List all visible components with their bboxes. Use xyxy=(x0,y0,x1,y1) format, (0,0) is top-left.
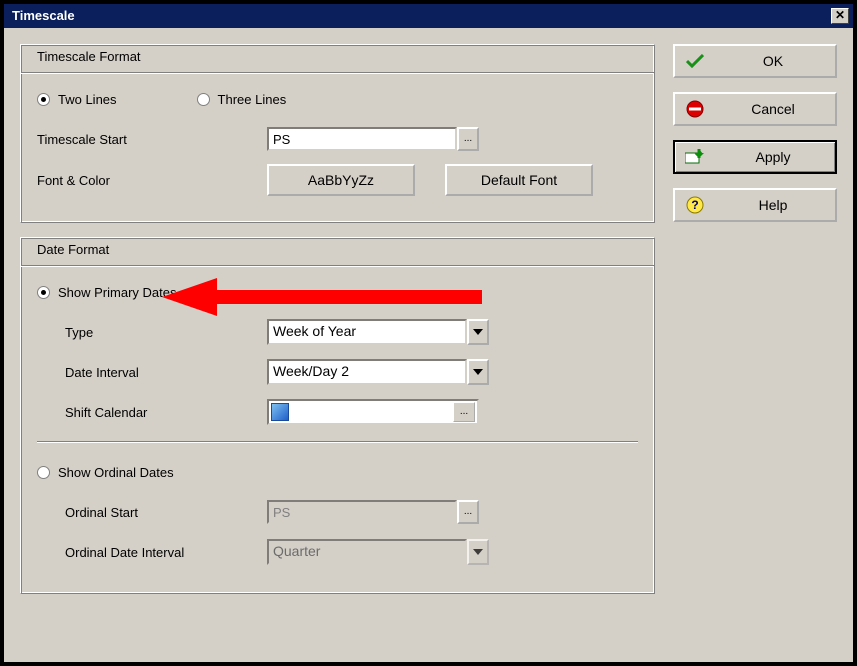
chevron-down-icon xyxy=(467,539,489,565)
client-area: Timescale Format Two Lines Three Lines T… xyxy=(4,28,853,662)
ok-button[interactable]: OK xyxy=(673,44,837,78)
radio-circle-icon xyxy=(37,466,50,479)
show-ordinal-dates-label: Show Ordinal Dates xyxy=(58,465,174,480)
ordinal-interval-row: Ordinal Date Interval Quarter xyxy=(37,537,638,567)
ordinal-start-input xyxy=(267,500,457,524)
ordinal-start-browse-button: ... xyxy=(457,500,479,524)
date-interval-label: Date Interval xyxy=(37,365,267,380)
three-lines-radio[interactable]: Three Lines xyxy=(197,92,287,107)
check-icon xyxy=(685,54,705,68)
ordinal-interval-label: Ordinal Date Interval xyxy=(37,545,267,560)
date-interval-value: Week/Day 2 xyxy=(267,359,467,385)
group-separator xyxy=(21,72,654,74)
date-format-group: Date Format Show Primary Dates Type Week… xyxy=(20,237,655,594)
font-sample-button[interactable]: AaBbYyZz xyxy=(267,164,415,196)
cancel-label: Cancel xyxy=(721,101,825,117)
chevron-down-icon[interactable] xyxy=(467,319,489,345)
title-bar: Timescale ✕ xyxy=(4,4,853,28)
inner-separator xyxy=(37,441,638,443)
font-color-label: Font & Color xyxy=(37,173,267,188)
type-row: Type Week of Year xyxy=(37,317,638,347)
apply-icon xyxy=(685,149,705,165)
date-interval-dropdown[interactable]: Week/Day 2 xyxy=(267,359,489,385)
calendar-people-icon xyxy=(271,403,289,421)
timescale-start-input[interactable] xyxy=(267,127,457,151)
shift-calendar-browse-button[interactable]: ... xyxy=(453,402,475,422)
two-lines-radio[interactable]: Two Lines xyxy=(37,92,117,107)
timescale-format-group: Timescale Format Two Lines Three Lines T… xyxy=(20,44,655,223)
shift-calendar-label: Shift Calendar xyxy=(37,405,267,420)
timescale-start-label: Timescale Start xyxy=(37,132,267,147)
type-dropdown[interactable]: Week of Year xyxy=(267,319,489,345)
two-lines-label: Two Lines xyxy=(58,92,117,107)
help-button[interactable]: ? Help xyxy=(673,188,837,222)
ordinal-interval-dropdown: Quarter xyxy=(267,539,489,565)
primary-dates-radio-row: Show Primary Dates xyxy=(37,277,638,307)
ok-label: OK xyxy=(721,53,825,69)
timescale-start-browse-button[interactable]: ... xyxy=(457,127,479,151)
no-entry-icon xyxy=(685,100,705,118)
radio-circle-icon xyxy=(37,286,50,299)
ordinal-dates-radio-row: Show Ordinal Dates xyxy=(37,457,638,487)
close-button[interactable]: ✕ xyxy=(831,8,849,24)
group-separator xyxy=(21,265,654,267)
font-color-row: Font & Color AaBbYyZz Default Font xyxy=(37,164,638,196)
timescale-format-title: Timescale Format xyxy=(37,49,638,64)
main-column: Timescale Format Two Lines Three Lines T… xyxy=(20,44,655,646)
lines-radio-row: Two Lines Three Lines xyxy=(37,84,638,114)
ordinal-interval-value: Quarter xyxy=(267,539,467,565)
ordinal-start-label: Ordinal Start xyxy=(37,505,267,520)
apply-label: Apply xyxy=(721,149,825,165)
timescale-dialog: Timescale ✕ Timescale Format Two Lines T… xyxy=(3,3,854,663)
show-ordinal-dates-radio[interactable]: Show Ordinal Dates xyxy=(37,465,174,480)
chevron-down-icon[interactable] xyxy=(467,359,489,385)
date-format-title: Date Format xyxy=(37,242,638,257)
help-label: Help xyxy=(721,197,825,213)
apply-button[interactable]: Apply xyxy=(673,140,837,174)
shift-calendar-field[interactable]: ... xyxy=(267,399,479,425)
window-title: Timescale xyxy=(12,4,75,28)
show-primary-dates-label: Show Primary Dates xyxy=(58,285,176,300)
svg-text:?: ? xyxy=(691,198,698,212)
type-label: Type xyxy=(37,325,267,340)
radio-circle-icon xyxy=(197,93,210,106)
show-primary-dates-radio[interactable]: Show Primary Dates xyxy=(37,285,176,300)
shift-calendar-row: Shift Calendar ... xyxy=(37,397,638,427)
timescale-start-row: Timescale Start ... xyxy=(37,124,638,154)
cancel-button[interactable]: Cancel xyxy=(673,92,837,126)
radio-circle-icon xyxy=(37,93,50,106)
ordinal-start-row: Ordinal Start ... xyxy=(37,497,638,527)
type-value: Week of Year xyxy=(267,319,467,345)
three-lines-label: Three Lines xyxy=(218,92,287,107)
default-font-button[interactable]: Default Font xyxy=(445,164,593,196)
button-column: OK Cancel Apply ? Help xyxy=(673,44,837,646)
help-icon: ? xyxy=(685,196,705,214)
date-interval-row: Date Interval Week/Day 2 xyxy=(37,357,638,387)
